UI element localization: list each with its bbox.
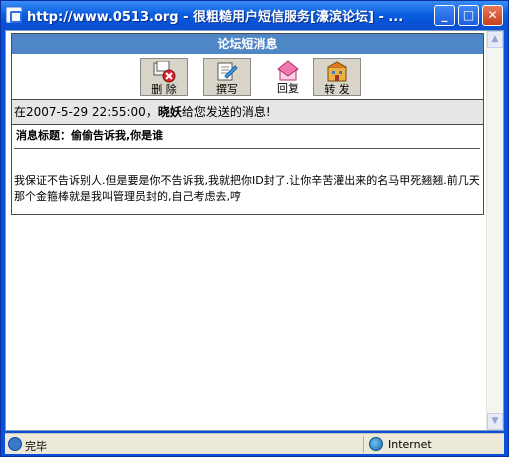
panel-header: 论坛短消息 — [12, 34, 483, 54]
delete-label: 删 除 — [151, 83, 177, 96]
close-button[interactable]: ✕ — [482, 5, 503, 26]
status-text: 完毕 — [25, 440, 47, 453]
delete-icon — [152, 60, 176, 83]
browser-window: http://www.0513.org - 很粗糙用户短信服务[濠滨论坛] - … — [0, 0, 509, 457]
subject-label: 消息标题： — [16, 129, 71, 142]
forward-icon — [325, 61, 349, 83]
internet-globe-icon — [369, 437, 383, 451]
scroll-up-arrow-icon[interactable]: ▲ — [487, 31, 503, 48]
status-separator — [363, 436, 364, 453]
message-info: 在2007-5-29 22:55:00，晓妖给您发送的消息! — [12, 100, 483, 125]
message-toolbar: 删 除 撰写 回复 转 发 — [12, 54, 483, 100]
reply-button[interactable]: 回复 — [264, 58, 312, 96]
compose-button[interactable]: 撰写 — [203, 58, 251, 96]
delete-button[interactable]: 删 除 — [140, 58, 188, 96]
message-subject: 消息标题：偷偷告诉我,你是谁 — [14, 125, 480, 149]
reply-icon — [276, 60, 300, 82]
compose-icon — [215, 61, 239, 83]
message-body: 我保证不告诉别人.但是要是你不告诉我,我就把你ID封了.让你辛苦灌出来的名马甲死… — [14, 174, 480, 203]
page-done-icon — [8, 437, 22, 451]
title-bar[interactable]: http://www.0513.org - 很粗糙用户短信服务[濠滨论坛] - … — [1, 1, 508, 30]
reply-label: 回复 — [277, 82, 299, 95]
page-content: 论坛短消息 删 除 撰写 回复 转 发 在2007-5-29 22:55:00，… — [5, 30, 504, 431]
minimize-button[interactable]: _ — [434, 5, 455, 26]
window-title: http://www.0513.org - 很粗糙用户短信服务[濠滨论坛] - … — [27, 10, 404, 25]
info-suffix: 给您发送的消息! — [181, 105, 271, 119]
message-panel: 论坛短消息 删 除 撰写 回复 转 发 在2007-5-29 22:55:00，… — [11, 33, 484, 215]
sender-name[interactable]: 晓妖 — [158, 105, 182, 119]
forward-button[interactable]: 转 发 — [313, 58, 361, 96]
compose-label: 撰写 — [216, 83, 238, 96]
subject-text: 偷偷告诉我,你是谁 — [71, 129, 164, 142]
security-zone: Internet — [388, 438, 432, 451]
scroll-down-arrow-icon[interactable]: ▼ — [487, 413, 503, 430]
vertical-scrollbar[interactable]: ▲ ▼ — [486, 31, 503, 430]
info-prefix: 在2007-5-29 22:55:00， — [14, 105, 158, 119]
maximize-button[interactable]: □ — [458, 5, 479, 26]
ie-page-icon — [6, 7, 22, 23]
forward-label: 转 发 — [324, 83, 350, 96]
status-bar: 完毕 Internet — [5, 433, 504, 454]
